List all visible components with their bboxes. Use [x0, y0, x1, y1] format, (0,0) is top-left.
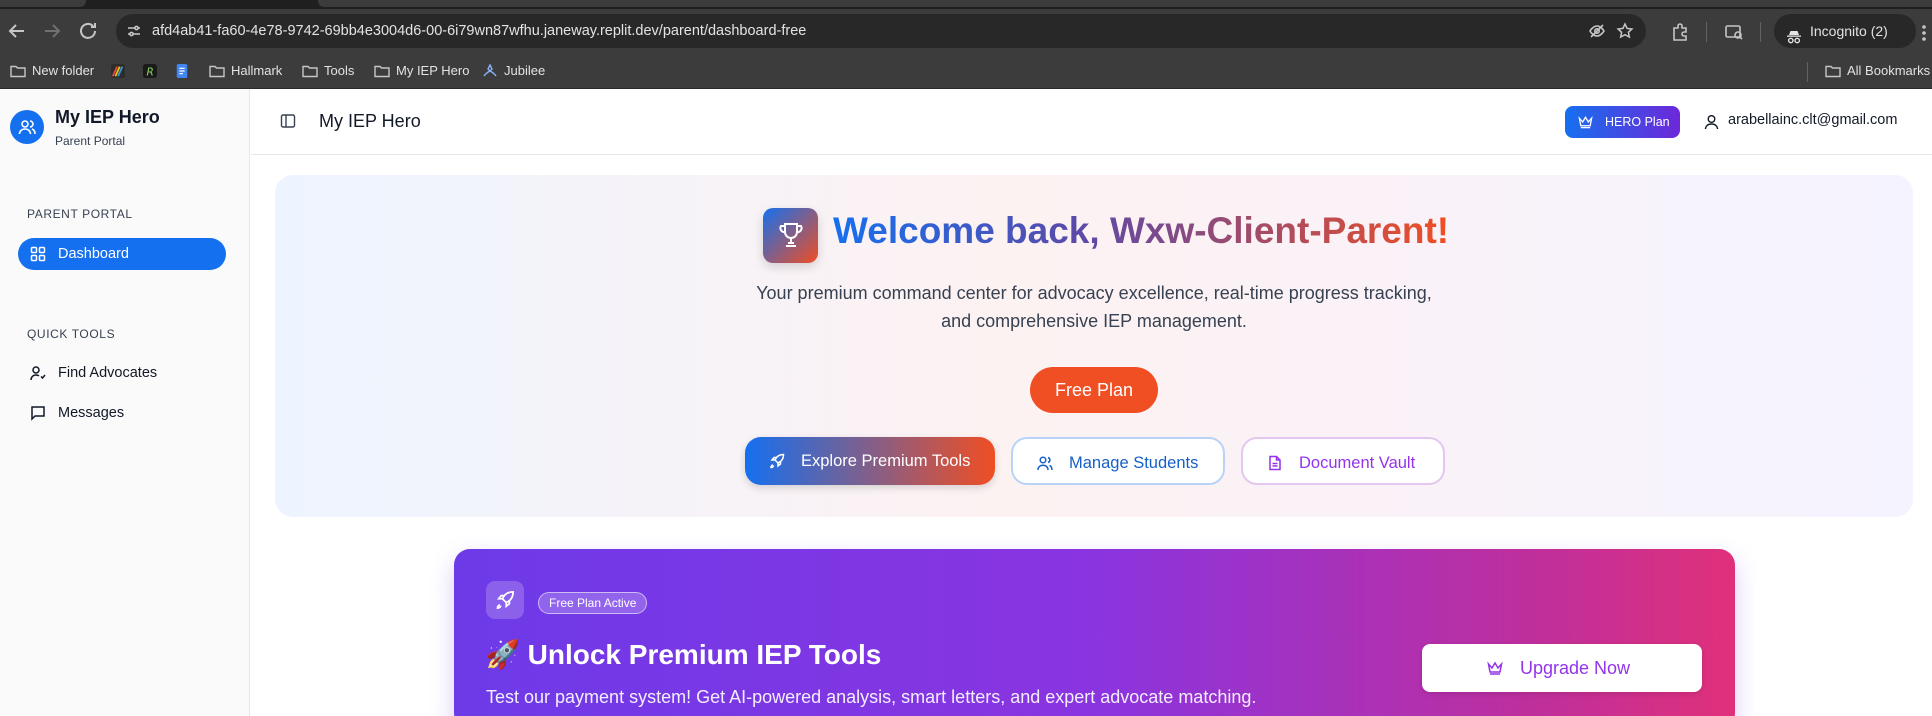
section-label-quick-tools: QUICK TOOLS: [27, 327, 116, 341]
free-plan-button[interactable]: Free Plan: [1030, 367, 1158, 413]
sidebar-item-label: Find Advocates: [58, 365, 158, 381]
extensions-icon[interactable]: [1670, 22, 1690, 42]
star-icon[interactable]: [1616, 22, 1634, 40]
manage-students-button[interactable]: Manage Students: [1011, 437, 1225, 485]
forward-icon[interactable]: [40, 19, 64, 43]
docs-icon: [176, 64, 188, 78]
plan-badge-label: HERO Plan: [1605, 115, 1670, 129]
folder-icon: [374, 65, 390, 78]
browser-toolbar: afd4ab41-fa60-4e78-9742-69bb4e3004d6-00-…: [0, 9, 1932, 54]
folder-icon: [302, 65, 318, 78]
user-icon[interactable]: [1704, 114, 1719, 130]
user-email[interactable]: arabellainc.clt@gmail.com: [1728, 112, 1897, 128]
bookmarks-bar: New folder R Hallmark Tools My IEP Hero …: [0, 54, 1932, 89]
upgrade-now-label: Upgrade Now: [1520, 658, 1631, 678]
svg-text:R: R: [147, 66, 154, 78]
welcome-subtitle: Your premium command center for advocacy…: [756, 283, 1432, 331]
plan-badge[interactable]: HERO Plan: [1565, 106, 1680, 138]
message-icon: [31, 406, 45, 421]
url-text[interactable]: afd4ab41-fa60-4e78-9742-69bb4e3004d6-00-…: [152, 14, 806, 48]
sidebar: My IEP Hero Parent Portal PARENT PORTAL …: [0, 89, 250, 716]
tab-strip: [0, 0, 1932, 9]
user-search-icon: [30, 366, 46, 381]
incognito-button[interactable]: Incognito (2): [1774, 14, 1916, 48]
folder-icon: [10, 65, 26, 78]
sidebar-item-dashboard[interactable]: Dashboard: [18, 238, 226, 270]
sidebar-item-label: Messages: [58, 405, 125, 421]
welcome-hero: Welcome back, Wxw-Client-Parent! Your pr…: [275, 175, 1913, 517]
browser-tab[interactable]: [0, 0, 86, 7]
document-icon: [1269, 455, 1281, 471]
document-vault-button[interactable]: Document Vault: [1241, 437, 1445, 485]
incognito-icon: [1786, 23, 1802, 44]
users-icon: [18, 120, 36, 135]
users-icon: [1037, 456, 1053, 471]
back-icon[interactable]: [5, 19, 29, 43]
folder-icon: [1825, 65, 1841, 78]
document-vault-label: Document Vault: [1299, 454, 1416, 472]
address-bar[interactable]: afd4ab41-fa60-4e78-9742-69bb4e3004d6-00-…: [116, 14, 1646, 48]
rocket-icon: [496, 590, 515, 610]
explore-premium-tools-button[interactable]: Explore Premium Tools: [745, 437, 995, 485]
trophy-badge: [763, 208, 818, 263]
dashboard-icon: [30, 246, 46, 262]
crown-icon: [1578, 116, 1593, 129]
folder-icon: [209, 65, 225, 78]
jubilee-icon: [483, 64, 497, 77]
promo-title: 🚀 Unlock Premium IEP Tools: [485, 639, 882, 670]
r-app-icon: R: [143, 64, 157, 78]
page-title: My IEP Hero: [319, 111, 421, 131]
app-root: My IEP Hero Parent Portal PARENT PORTAL …: [0, 89, 1932, 716]
upgrade-now-button[interactable]: Upgrade Now: [1422, 644, 1702, 692]
top-bar: My IEP Hero HERO Plan arabellainc.clt@gm…: [251, 89, 1932, 155]
toolbar-divider: [1706, 22, 1707, 42]
toolbar-divider: [1760, 22, 1761, 42]
trophy-icon: [779, 223, 803, 247]
eye-off-icon[interactable]: [1588, 22, 1606, 40]
site-settings-icon[interactable]: [125, 22, 143, 40]
browser-tab-active[interactable]: [318, 0, 1932, 7]
section-label-parent-portal: PARENT PORTAL: [27, 207, 133, 221]
welcome-title: Welcome back, Wxw-Client-Parent!: [833, 210, 1450, 251]
crown-icon: [1487, 661, 1503, 675]
bookmarks-divider: [1807, 62, 1808, 82]
manage-students-label: Manage Students: [1069, 454, 1199, 472]
app-subtitle: Parent Portal: [55, 134, 126, 148]
explore-premium-tools-label: Explore Premium Tools: [801, 452, 971, 470]
sidebar-toggle-icon[interactable]: [280, 113, 296, 129]
rainbow-app-icon: [111, 64, 125, 78]
sidebar-item-label: Dashboard: [58, 246, 129, 262]
rocket-icon: [770, 453, 785, 469]
sidebar-item-find-advocates[interactable]: Find Advocates: [18, 357, 226, 389]
promo-text: Test our payment system! Get AI-powered …: [486, 687, 1257, 707]
app-logo: [10, 110, 44, 144]
sidebar-item-messages[interactable]: Messages: [18, 397, 226, 429]
browser-menu-icon[interactable]: [1920, 23, 1932, 43]
incognito-label: Incognito (2): [1810, 23, 1888, 39]
app-title: My IEP Hero: [55, 107, 160, 127]
promo-icon-box: [486, 581, 524, 619]
search-tab-icon[interactable]: [1724, 22, 1744, 42]
reload-icon[interactable]: [76, 19, 100, 43]
upgrade-promo-card: Free Plan Active 🚀 Unlock Premium IEP To…: [454, 549, 1735, 716]
free-plan-active-badge: Free Plan Active: [538, 592, 648, 614]
